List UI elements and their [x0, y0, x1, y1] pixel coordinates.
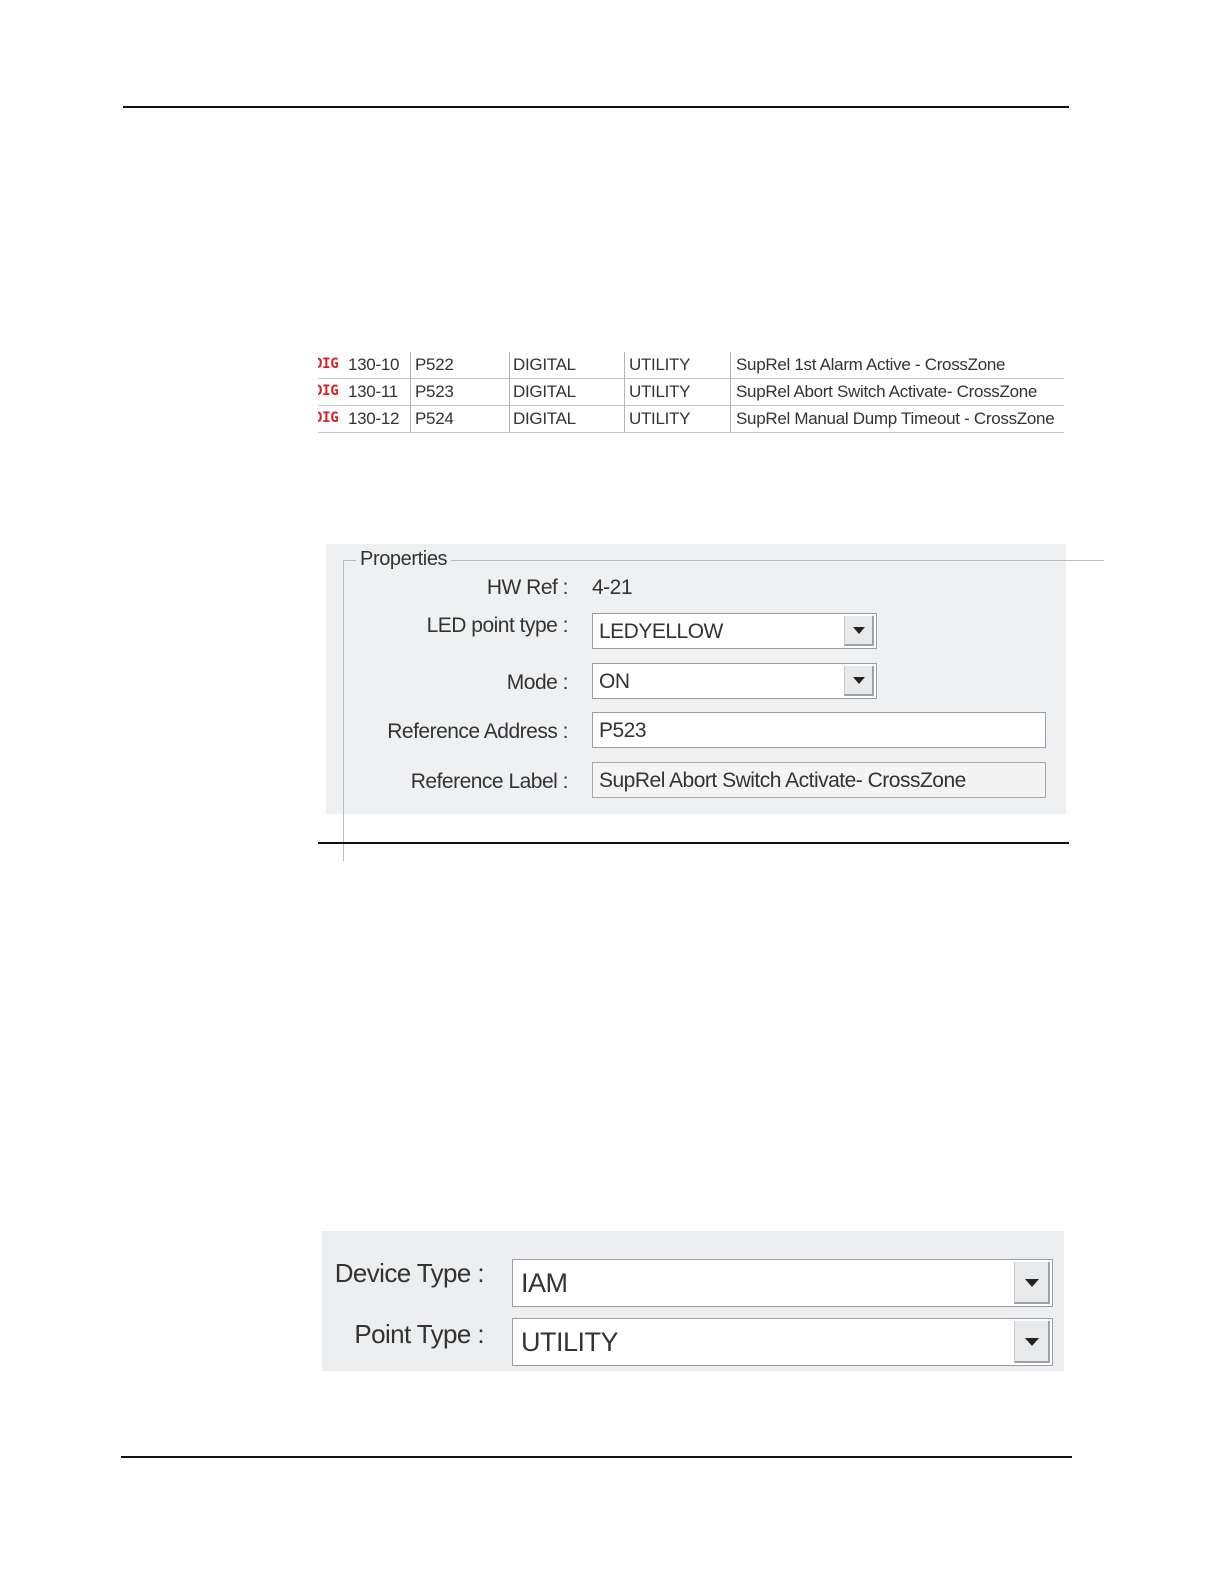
table-row[interactable]: DIG 130-10 P522 DIGITAL UTILITY SupRel 1… [318, 352, 1064, 379]
properties-group [343, 560, 1104, 861]
column-divider [730, 405, 731, 432]
point-type-value: UTILITY [521, 1327, 619, 1357]
dropdown-button[interactable] [844, 616, 874, 646]
point-address: 130-10 [348, 355, 400, 374]
column-divider [624, 405, 625, 432]
reference-label-label: Reference Label : [410, 770, 569, 793]
device-type-label: Device Type : [334, 1258, 485, 1288]
point-reference: P524 [415, 409, 454, 428]
point-class: UTILITY [629, 355, 691, 374]
device-type-panel: Device Type : IAM Point Type : UTILITY [322, 1231, 1064, 1371]
hw-ref-value: 4-21 [592, 576, 633, 599]
mode-select[interactable]: ON [592, 663, 877, 699]
top-rule [123, 106, 1069, 108]
column-divider [509, 405, 510, 432]
column-divider [509, 378, 510, 405]
led-point-type-value: LEDYELLOW [599, 620, 723, 643]
chevron-down-icon [1024, 1338, 1039, 1346]
point-class: UTILITY [629, 409, 691, 428]
point-type: DIGITAL [513, 409, 576, 428]
point-label: SupRel Abort Switch Activate- CrossZone [736, 382, 1038, 401]
column-divider [730, 352, 731, 378]
device-type-select[interactable]: IAM [512, 1259, 1053, 1307]
mode-label: Mode : [506, 671, 569, 694]
table-row[interactable]: DIG 130-12 P524 DIGITAL UTILITY SupRel M… [318, 405, 1064, 433]
point-tag: DIG [318, 356, 339, 372]
point-reference: P522 [415, 355, 454, 374]
mode-value: ON [599, 670, 630, 693]
column-divider [410, 378, 411, 405]
reference-address-value: P523 [599, 719, 647, 742]
dropdown-button[interactable] [1014, 1262, 1050, 1304]
hw-ref-label: HW Ref : [486, 576, 569, 599]
point-type-select[interactable]: UTILITY [512, 1318, 1053, 1366]
led-point-type-label: LED point type : [426, 614, 569, 637]
points-table: DIG 130-10 P522 DIGITAL UTILITY SupRel 1… [318, 352, 1064, 434]
point-type-label: Point Type : [354, 1319, 484, 1349]
led-point-type-select[interactable]: LEDYELLOW [592, 613, 877, 649]
column-divider [410, 405, 411, 432]
device-type-value: IAM [521, 1268, 568, 1298]
reference-address-label: Reference Address : [387, 720, 568, 743]
point-type: DIGITAL [513, 382, 576, 401]
point-type: DIGITAL [513, 355, 576, 374]
point-address: 130-11 [348, 382, 398, 401]
reference-address-input[interactable]: P523 [592, 712, 1046, 748]
point-tag: DIG [318, 383, 339, 399]
bottom-rule [121, 1456, 1072, 1458]
properties-panel: Properties HW Ref : 4-21 LED point type … [326, 544, 1104, 861]
point-reference: P523 [415, 382, 454, 401]
point-class: UTILITY [629, 382, 691, 401]
column-divider [624, 352, 625, 378]
dropdown-button[interactable] [844, 666, 874, 696]
column-divider [730, 378, 731, 405]
chevron-down-icon [852, 677, 865, 684]
column-divider [410, 352, 411, 378]
column-divider [624, 378, 625, 405]
properties-group-title: Properties [356, 548, 452, 571]
point-label: SupRel Manual Dump Timeout - CrossZone [736, 409, 1055, 428]
point-address: 130-12 [348, 409, 400, 428]
reference-label-value: SupRel Abort Switch Activate- CrossZone [599, 769, 966, 792]
reference-label-field: SupRel Abort Switch Activate- CrossZone [592, 762, 1046, 798]
column-divider [509, 352, 510, 378]
point-tag: DIG [318, 410, 339, 426]
point-label: SupRel 1st Alarm Active - CrossZone [736, 355, 1006, 374]
chevron-down-icon [852, 627, 865, 634]
chevron-down-icon [1024, 1279, 1039, 1287]
table-row[interactable]: DIG 130-11 P523 DIGITAL UTILITY SupRel A… [318, 378, 1064, 406]
section-rule [318, 842, 1069, 844]
dropdown-button[interactable] [1014, 1321, 1050, 1363]
